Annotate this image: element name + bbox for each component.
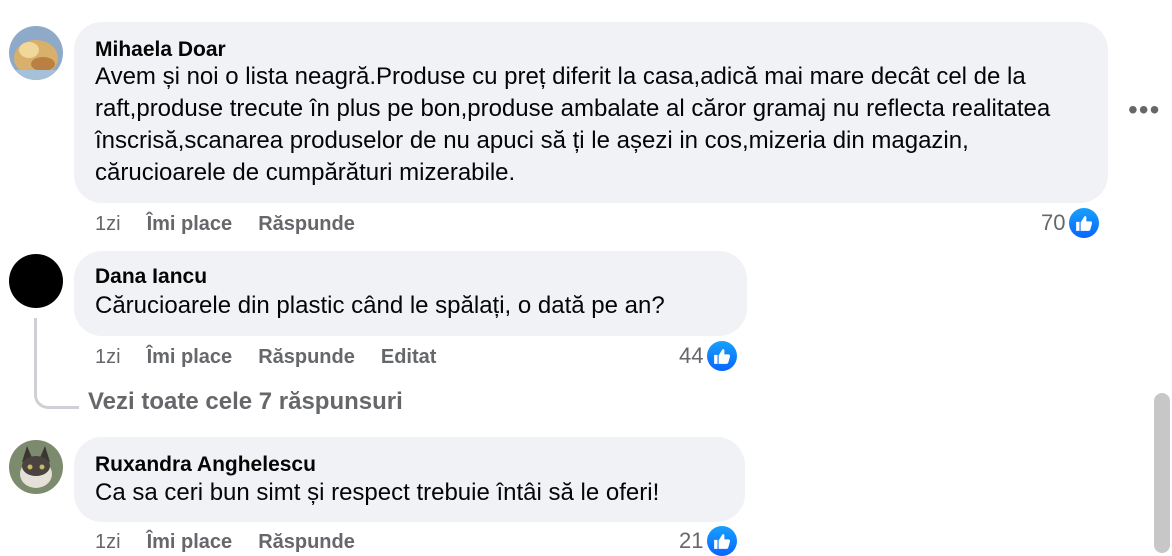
reaction-count: 21 (679, 528, 704, 553)
comment-timestamp[interactable]: 1zi (95, 345, 121, 369)
comment-timestamp[interactable]: 1zi (95, 212, 121, 236)
avatar[interactable] (9, 26, 63, 80)
comment-timestamp[interactable]: 1zi (95, 530, 121, 554)
comment-actions: 1zi Îmi place Răspunde Editat (95, 345, 436, 369)
reply-button[interactable]: Răspunde (258, 212, 355, 236)
avatar-photo (9, 26, 63, 80)
like-button[interactable]: Îmi place (147, 530, 233, 554)
comment-text: Ca sa ceri bun simt și respect trebuie î… (95, 479, 660, 506)
like-button[interactable]: Îmi place (147, 345, 233, 369)
comment-actions: 1zi Îmi place Răspunde (95, 530, 355, 554)
reaction-count: 44 (679, 343, 704, 368)
edited-label[interactable]: Editat (381, 345, 437, 369)
thumbs-up-icon (707, 526, 738, 556)
comment-author[interactable]: Dana Iancu (95, 264, 207, 290)
reaction-summary[interactable]: 70 (1041, 208, 1100, 238)
comment-actions: 1zi Îmi place Răspunde (95, 212, 355, 236)
avatar[interactable] (9, 254, 63, 308)
reply-button[interactable]: Răspunde (258, 345, 355, 369)
comment-text: Avem și noi o lista neagră.Produse cu pr… (95, 63, 1051, 186)
reply-button[interactable]: Răspunde (258, 530, 355, 554)
reaction-summary[interactable]: 21 (679, 526, 738, 556)
reaction-summary[interactable]: 44 (679, 341, 738, 371)
thread-connector (34, 318, 79, 409)
more-options-icon[interactable]: ••• (1128, 96, 1160, 124)
reaction-count: 70 (1041, 210, 1066, 235)
comment-author[interactable]: Ruxandra Anghelescu (95, 452, 316, 478)
view-all-replies-link[interactable]: Vezi toate cele 7 răspunsuri (88, 388, 403, 416)
scrollbar-thumb[interactable] (1154, 393, 1170, 553)
thumbs-up-icon (1069, 208, 1100, 238)
thumbs-up-icon (707, 341, 738, 371)
comment-author[interactable]: Mihaela Doar (95, 37, 226, 63)
avatar[interactable] (9, 440, 63, 494)
comment-text: Cărucioarele din plastic când le spălați… (95, 292, 665, 319)
like-button[interactable]: Îmi place (147, 212, 233, 236)
avatar-photo (9, 440, 63, 494)
